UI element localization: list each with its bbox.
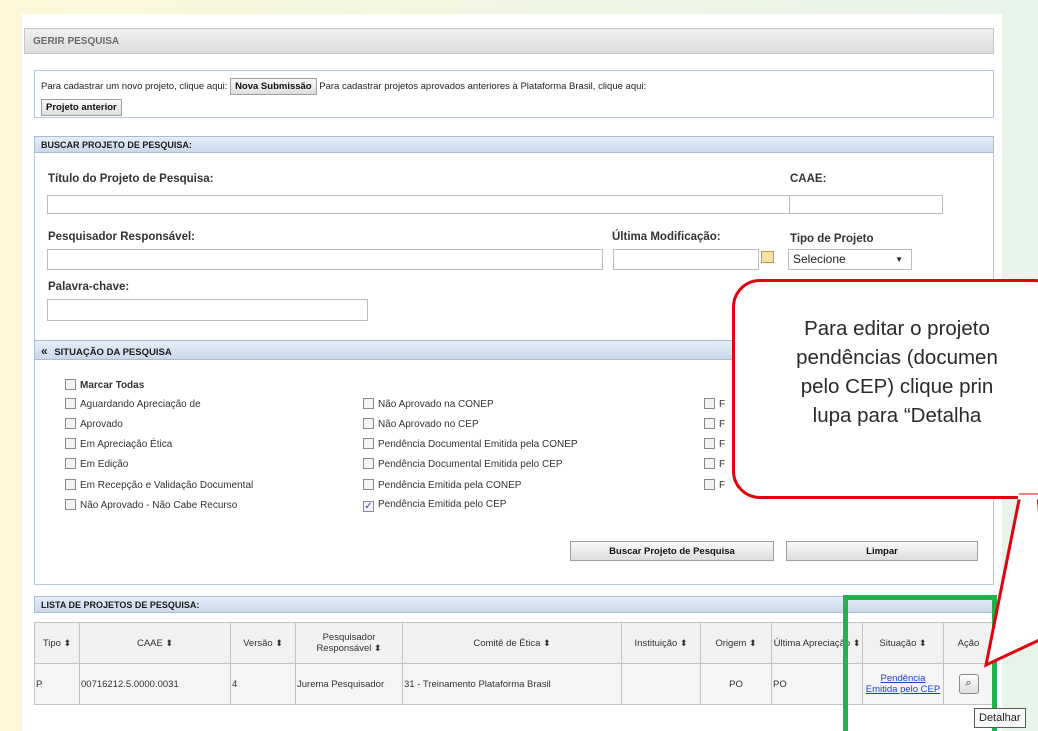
sort-icon: ⬍ (374, 643, 382, 653)
titulo-label: Título do Projeto de Pesquisa: (48, 173, 214, 185)
situacao-checkbox[interactable]: F (704, 418, 725, 430)
intro-line: Para cadastrar um novo projeto, clique a… (41, 78, 646, 95)
callout-line: Para editar o projeto (804, 317, 990, 340)
situacao-checkbox[interactable]: F (704, 458, 725, 470)
col-origem[interactable]: Origem ⬍ (700, 622, 772, 664)
ultima-modificacao-input[interactable] (613, 249, 759, 270)
titulo-input[interactable] (47, 195, 799, 214)
cell-comite: 31 - Treinamento Plataforma Brasil (402, 663, 622, 705)
sort-icon: ⬍ (165, 637, 174, 648)
checkbox-label: Pendência Documental Emitida pelo CEP (378, 459, 563, 470)
callout-pointer (983, 493, 1038, 668)
checkbox-label: Não Aprovado na CONEP (378, 399, 494, 410)
col-tipo[interactable]: Tipo ⬍ (34, 622, 80, 664)
tipo-projeto-select[interactable]: Selecione ▼ (788, 249, 912, 270)
situacao-checkbox[interactable]: Aguardando Apreciação de (65, 398, 201, 410)
cell-origem: PO (700, 663, 772, 705)
ultima-modificacao-label: Última Modificação: (612, 231, 721, 243)
situacao-checkbox[interactable]: Não Aprovado no CEP (363, 418, 479, 430)
checkbox-label: Em Recepção e Validação Documental (80, 480, 254, 491)
situacao-checkbox[interactable]: Em Edição (65, 458, 128, 470)
instruction-callout: Para editar o projeto pendências (docume… (732, 279, 1038, 499)
detalhar-tooltip: Detalhar (974, 708, 1026, 728)
situacao-checkbox[interactable]: Não Aprovado na CONEP (363, 398, 494, 410)
checkbox-label: Não Aprovado no CEP (378, 419, 479, 430)
col-caae[interactable]: CAAE ⬍ (79, 622, 231, 664)
page-title: GERIR PESQUISA (24, 28, 994, 54)
pesquisador-input[interactable] (47, 249, 603, 270)
situacao-checkbox-checked[interactable]: ✓ Pendência Emitida pelo CEP (363, 499, 506, 512)
cell-versao: 4 (230, 663, 296, 705)
checkbox-label: F (719, 480, 726, 491)
intro-text-new: Para cadastrar um novo projeto, clique a… (41, 81, 228, 92)
situacao-checkbox[interactable]: Não Aprovado - Não Cabe Recurso (65, 499, 237, 511)
marcar-todas-checkbox[interactable]: Marcar Todas (65, 379, 144, 391)
search-section-header: BUSCAR PROJETO DE PESQUISA: (34, 136, 994, 153)
buscar-projeto-button[interactable]: Buscar Projeto de Pesquisa (570, 541, 774, 561)
checkbox-label: Aguardando Apreciação de (80, 399, 201, 410)
cell-caae: 00716212.5.0000.0031 (79, 663, 231, 705)
intro-text-prev: Para cadastrar projetos aprovados anteri… (319, 81, 647, 92)
callout-line: pendências (documen (796, 346, 998, 369)
situacao-checkbox[interactable]: Aprovado (65, 418, 123, 430)
situacao-checkbox[interactable]: Pendência Emitida pela CONEP (363, 479, 521, 491)
sort-icon: ⬍ (543, 637, 551, 648)
col-pesquisador[interactable]: Pesquisador Responsável ⬍ (295, 622, 403, 664)
checkbox-label: Pendência Emitida pela CONEP (378, 480, 522, 491)
pesquisador-label: Pesquisador Responsável: (48, 231, 195, 243)
limpar-button[interactable]: Limpar (786, 541, 978, 561)
situacao-checkbox[interactable]: F (704, 479, 725, 491)
situacao-title: SITUAÇÃO DA PESQUISA (54, 347, 172, 358)
collapse-icon[interactable]: « (41, 344, 48, 358)
col-comite[interactable]: Comitê de Ética ⬍ (402, 622, 622, 664)
sort-icon: ⬍ (63, 637, 72, 648)
checkbox-label: F (719, 399, 726, 410)
calendar-icon[interactable] (761, 251, 774, 263)
palavra-chave-label: Palavra-chave: (48, 281, 130, 293)
situacao-checkbox[interactable]: F (704, 398, 725, 410)
col-instituicao[interactable]: Instituição ⬍ (621, 622, 701, 664)
col-versao[interactable]: Versão ⬍ (230, 622, 296, 664)
sort-icon: ⬍ (679, 637, 688, 648)
situacao-checkbox[interactable]: F (704, 438, 725, 450)
checkbox-label: F (719, 459, 726, 470)
tipo-projeto-value: Selecione (793, 252, 846, 266)
cell-tipo: P (34, 663, 80, 705)
projeto-anterior-button[interactable]: Projeto anterior (41, 99, 122, 116)
nova-submissao-button[interactable]: Nova Submissão (230, 78, 317, 95)
situacao-checkbox[interactable]: Pendência Documental Emitida pelo CEP (363, 458, 563, 470)
callout-line: lupa para “Detalha (812, 404, 982, 427)
caae-input[interactable] (789, 195, 943, 214)
cell-pesquisador: Jurema Pesquisador (295, 663, 403, 705)
situacao-checkbox[interactable]: Pendência Documental Emitida pela CONEP (363, 438, 578, 450)
marcar-todas-label: Marcar Todas (80, 380, 145, 391)
situacao-checkbox[interactable]: Em Apreciação Ética (65, 438, 172, 450)
callout-line: pelo CEP) clique prin (800, 375, 994, 398)
checkbox-label: Não Aprovado - Não Cabe Recurso (80, 500, 238, 511)
checkbox-label: Em Apreciação Ética (80, 439, 173, 450)
checkbox-label: F (719, 439, 726, 450)
checkbox-label: Aprovado (80, 419, 123, 430)
situacao-checkbox[interactable]: Em Recepção e Validação Documental (65, 479, 253, 491)
chevron-down-icon: ▼ (895, 255, 903, 264)
checkbox-label: F (719, 419, 726, 430)
palavra-chave-input[interactable] (47, 299, 368, 321)
sort-icon: ⬍ (275, 637, 283, 648)
checkbox-label: Pendência Documental Emitida pela CONEP (378, 439, 578, 450)
checkbox-label: Em Edição (80, 459, 129, 470)
sort-icon: ⬍ (749, 637, 757, 648)
checkbox-label: Pendência Emitida pelo CEP (378, 499, 507, 510)
tipo-projeto-label: Tipo de Projeto (790, 233, 874, 245)
cell-instituicao (621, 663, 701, 705)
caae-label: CAAE: (790, 173, 827, 185)
intro-box: Para cadastrar um novo projeto, clique a… (34, 70, 994, 118)
